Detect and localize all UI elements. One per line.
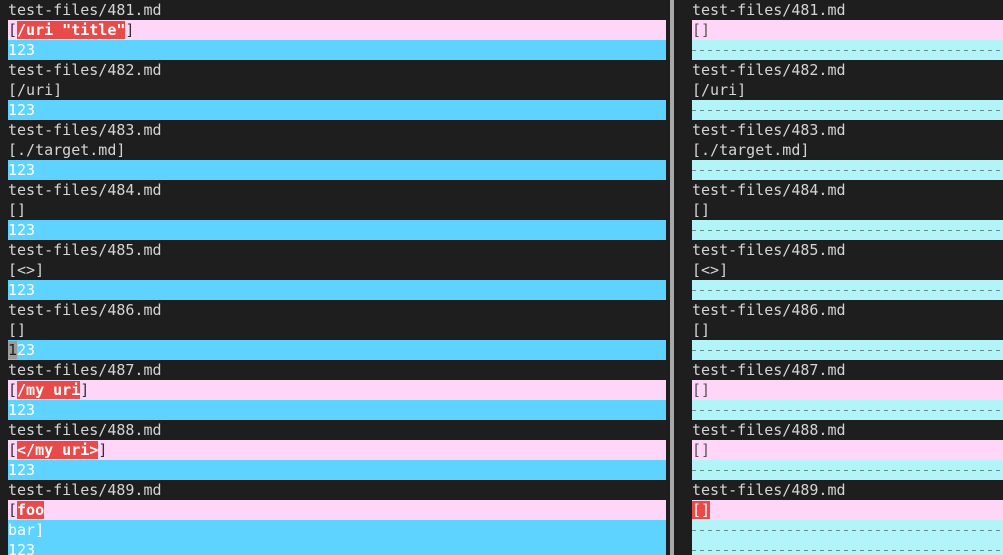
diff-line: [<>] (0, 260, 666, 280)
diff-line: [foo (0, 500, 666, 520)
filler-line (692, 160, 1003, 180)
line-text-prefix: [ (8, 381, 18, 399)
line-text: 23 (17, 341, 36, 359)
file-header-line: test-files/482.md (0, 60, 666, 80)
changed-text-highlight: /my uri (17, 381, 81, 399)
diff-line: [] (692, 440, 1003, 460)
filler-line (692, 400, 1003, 420)
text-cursor: 1 (8, 341, 18, 359)
changed-text-highlight: foo (17, 501, 45, 519)
file-header-line: test-files/488.md (692, 420, 1003, 440)
changed-line: 123 (0, 540, 666, 555)
filler-line (692, 40, 1003, 60)
left-diff-pane[interactable]: test-files/481.md [/uri "title"] 123 test-f… (0, 0, 666, 555)
diff-line: [] (692, 380, 1003, 400)
line-text: 123 (8, 461, 36, 479)
line-text-suffix: ] (80, 381, 90, 399)
diff-view: test-files/481.md [/uri "title"] 123 test-f… (0, 0, 1003, 555)
line-text-prefix: [] (8, 321, 27, 339)
line-text-suffix: ] (98, 441, 108, 459)
filler-line (692, 100, 1003, 120)
changed-line: 123 (0, 100, 666, 120)
line-text: bar] (8, 521, 45, 539)
line-text-prefix: [ (8, 501, 18, 519)
right-diff-pane[interactable]: test-files/481.md[] test-files/482.md [/ur… (692, 0, 1003, 555)
diff-line: [./target.md] (692, 140, 1003, 160)
file-header-line: test-files/487.md (692, 360, 1003, 380)
line-text-prefix: [ (8, 21, 18, 39)
line-text: 123 (8, 41, 36, 59)
file-header-line: test-files/483.md (0, 120, 666, 140)
file-header-line: test-files/484.md (0, 180, 666, 200)
changed-line: bar] (0, 520, 666, 540)
file-header-line: test-files/489.md (0, 480, 666, 500)
diff-line: [] (0, 200, 666, 220)
line-text: 123 (8, 281, 36, 299)
line-text-suffix: ] (125, 21, 135, 39)
diff-line: [</my uri>] (0, 440, 666, 460)
line-text: 123 (8, 161, 36, 179)
filler-line (692, 520, 1003, 540)
line-text: 123 (8, 541, 36, 555)
file-header-line: test-files/481.md (0, 0, 666, 20)
line-text-prefix: [<>] (8, 261, 45, 279)
changed-line: 123 (0, 400, 666, 420)
changed-line: 123 (0, 340, 666, 360)
diff-line: [] (692, 20, 1003, 40)
right-gutter (674, 0, 692, 555)
file-header-line: test-files/488.md (0, 420, 666, 440)
line-text: 123 (8, 401, 36, 419)
left-gutter (0, 0, 8, 555)
changed-text-highlight: </my uri> (17, 441, 99, 459)
file-header-line: test-files/486.md (692, 300, 1003, 320)
diff-line: [/uri] (692, 80, 1003, 100)
changed-line: 123 (0, 40, 666, 60)
file-header-line: test-files/487.md (0, 360, 666, 380)
line-text-prefix: [ (8, 441, 18, 459)
diff-line: [] (692, 500, 1003, 520)
filler-line (692, 460, 1003, 480)
diff-line: [/my uri] (0, 380, 666, 400)
file-header-line: test-files/485.md (0, 240, 666, 260)
filler-line (692, 540, 1003, 555)
line-text: 123 (8, 101, 36, 119)
changed-line: 123 (0, 160, 666, 180)
diff-line: [/uri "title"] (0, 20, 666, 40)
filler-line (692, 280, 1003, 300)
changed-text-highlight: [] (692, 501, 711, 519)
diff-line: [] (692, 200, 1003, 220)
diff-line: [./target.md] (0, 140, 666, 160)
diff-line: [<>] (692, 260, 1003, 280)
file-header-line: test-files/482.md (692, 60, 1003, 80)
changed-text-highlight: /uri "title" (17, 21, 126, 39)
line-text-prefix: [/uri] (8, 81, 63, 99)
diff-line: [] (0, 320, 666, 340)
file-header-line: test-files/485.md (692, 240, 1003, 260)
line-text-prefix: [./target.md] (8, 141, 126, 159)
filler-line (692, 220, 1003, 240)
line-text-prefix: [] (8, 201, 27, 219)
diff-line: [/uri] (0, 80, 666, 100)
filler-line (692, 340, 1003, 360)
file-header-line: test-files/484.md (692, 180, 1003, 200)
changed-line: 123 (0, 220, 666, 240)
file-header-line: test-files/486.md (0, 300, 666, 320)
changed-line: 123 (0, 460, 666, 480)
file-header-line: test-files/483.md (692, 120, 1003, 140)
file-header-line: test-files/489.md (692, 480, 1003, 500)
changed-line: 123 (0, 280, 666, 300)
file-header-line: test-files/481.md (692, 0, 1003, 20)
diff-line: [] (692, 320, 1003, 340)
line-text: 123 (8, 221, 36, 239)
